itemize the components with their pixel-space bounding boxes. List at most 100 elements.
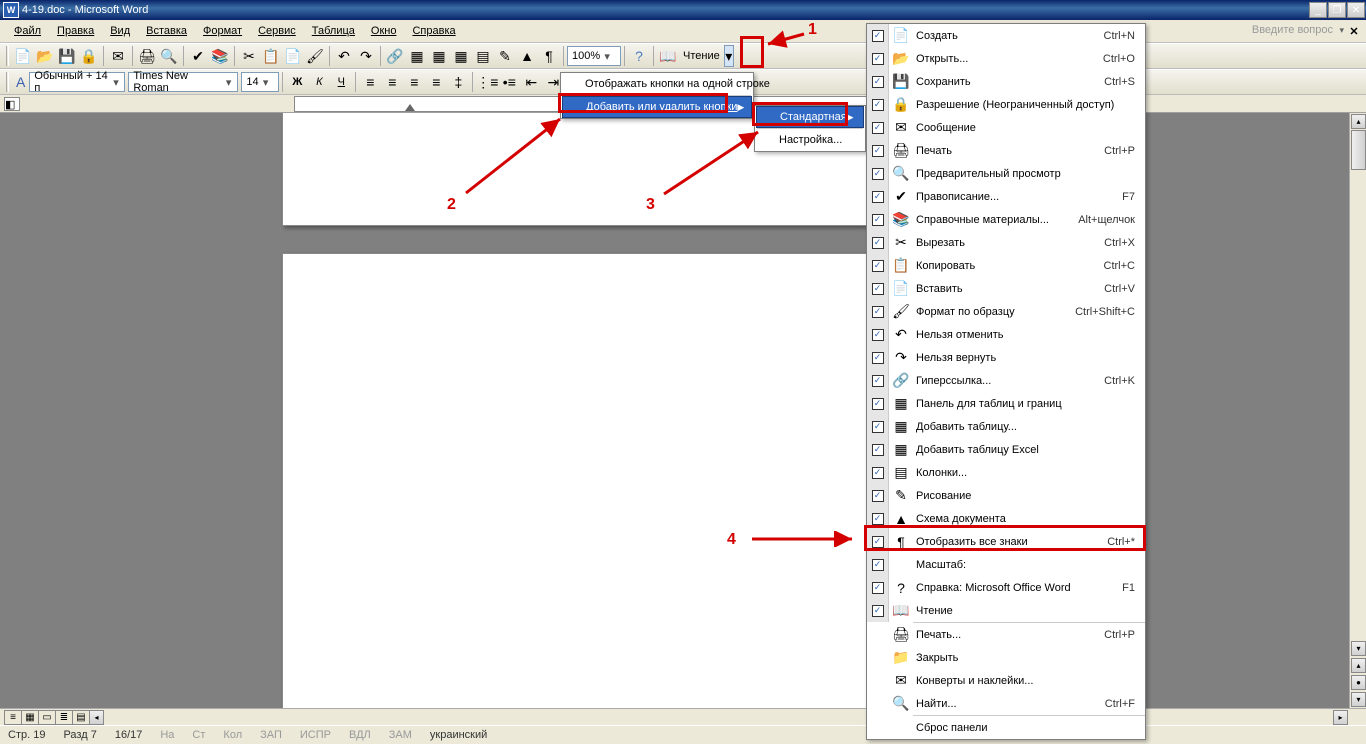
underline-button[interactable]: Ч (330, 71, 352, 93)
mail-button[interactable]: ✉ (107, 45, 129, 67)
undo-button[interactable]: ↶ (333, 45, 355, 67)
command-item-25[interactable]: ✓📖Чтение (867, 599, 1145, 622)
extra-item-0[interactable]: 🖨Печать...Ctrl+P (867, 623, 1145, 646)
command-item-0[interactable]: ✓📄СоздатьCtrl+N (867, 24, 1145, 47)
add-remove-buttons-item[interactable]: Добавить или удалить кнопки▶ (562, 96, 752, 118)
hscroll-left-button[interactable]: ◂ (89, 710, 104, 725)
save-button[interactable]: 💾 (56, 45, 78, 67)
command-item-9[interactable]: ✓✂ВырезатьCtrl+X (867, 231, 1145, 254)
help-search[interactable]: Введите вопрос (1188, 22, 1338, 38)
command-checkbox[interactable]: ✓ (867, 208, 889, 231)
standard-toolbar-item[interactable]: Стандартная▶ (756, 106, 864, 128)
menu-insert[interactable]: Вставка (138, 22, 195, 40)
command-checkbox[interactable]: ✓ (867, 300, 889, 323)
prev-page-button[interactable]: ▴ (1351, 658, 1366, 673)
indent-dec-button[interactable]: ⇤ (520, 71, 542, 93)
help-button[interactable]: ? (628, 45, 650, 67)
toolbar-handle-2[interactable] (6, 72, 9, 92)
tables-button[interactable]: ▦ (406, 45, 428, 67)
command-item-10[interactable]: ✓📋КопироватьCtrl+C (867, 254, 1145, 277)
command-item-1[interactable]: ✓📂Открыть...Ctrl+O (867, 47, 1145, 70)
cut-button[interactable]: ✂ (238, 45, 260, 67)
hscroll-right-button[interactable]: ▸ (1333, 710, 1348, 725)
scroll-thumb[interactable] (1351, 130, 1366, 170)
page-2[interactable] (282, 253, 868, 708)
line-spacing-button[interactable]: ‡ (447, 71, 469, 93)
command-checkbox[interactable]: ✓ (867, 254, 889, 277)
paste-button[interactable]: 📄 (282, 45, 304, 67)
search-dropdown-icon[interactable]: ▾ (1339, 25, 1344, 36)
command-checkbox[interactable]: ✓ (867, 47, 889, 70)
command-checkbox[interactable]: ✓ (867, 277, 889, 300)
command-item-19[interactable]: ✓▤Колонки... (867, 461, 1145, 484)
scroll-up-button[interactable]: ▴ (1351, 114, 1366, 129)
paragraph-button[interactable]: ¶ (538, 45, 560, 67)
command-item-8[interactable]: ✓📚Справочные материалы...Alt+щелчок (867, 208, 1145, 231)
command-checkbox[interactable]: ✓ (867, 392, 889, 415)
command-checkbox[interactable]: ✓ (867, 139, 889, 162)
command-item-6[interactable]: ✓🔍Предварительный просмотр (867, 162, 1145, 185)
close-button[interactable]: ✕ (1347, 2, 1365, 18)
minimize-button[interactable]: _ (1309, 2, 1327, 18)
toolbar-handle[interactable] (6, 46, 9, 66)
scroll-down-button[interactable]: ▾ (1351, 641, 1366, 656)
doc-close-button[interactable]: ✕ (1346, 23, 1362, 39)
command-item-2[interactable]: ✓💾СохранитьCtrl+S (867, 70, 1145, 93)
command-checkbox[interactable]: ✓ (867, 24, 889, 47)
reset-panel-item[interactable]: Сброс панели (867, 716, 1145, 739)
menu-format[interactable]: Формат (195, 22, 250, 40)
extra-item-2[interactable]: ✉Конверты и наклейки... (867, 669, 1145, 692)
align-center-button[interactable]: ≡ (381, 71, 403, 93)
command-checkbox[interactable]: ✓ (867, 507, 889, 530)
customize-item[interactable]: Настройка... (755, 129, 865, 151)
italic-button[interactable]: К (308, 71, 330, 93)
command-checkbox[interactable]: ✓ (867, 576, 889, 599)
outline-view-button[interactable]: ≣ (55, 710, 73, 725)
menu-tools[interactable]: Сервис (250, 22, 304, 40)
menu-table[interactable]: Таблица (304, 22, 363, 40)
justify-button[interactable]: ≡ (425, 71, 447, 93)
command-item-20[interactable]: ✓✎Рисование (867, 484, 1145, 507)
format-painter-button[interactable]: 🖌 (304, 45, 326, 67)
command-checkbox[interactable]: ✓ (867, 323, 889, 346)
command-checkbox[interactable]: ✓ (867, 415, 889, 438)
command-item-18[interactable]: ✓▦Добавить таблицу Excel (867, 438, 1145, 461)
toolbar-options-button[interactable]: ▾ (724, 45, 734, 67)
redo-button[interactable]: ↷ (355, 45, 377, 67)
command-item-13[interactable]: ✓↶Нельзя отменить (867, 323, 1145, 346)
menu-window[interactable]: Окно (363, 22, 405, 40)
command-item-11[interactable]: ✓📄ВставитьCtrl+V (867, 277, 1145, 300)
styles-icon[interactable]: A (16, 74, 25, 90)
align-right-button[interactable]: ≡ (403, 71, 425, 93)
next-page-button[interactable]: ▾ (1351, 692, 1366, 707)
spell-button[interactable]: ✔ (187, 45, 209, 67)
command-checkbox[interactable]: ✓ (867, 438, 889, 461)
command-checkbox[interactable]: ✓ (867, 461, 889, 484)
align-left-button[interactable]: ≡ (359, 71, 381, 93)
command-checkbox[interactable]: ✓ (867, 346, 889, 369)
command-checkbox[interactable]: ✓ (867, 93, 889, 116)
drawing-button[interactable]: ✎ (494, 45, 516, 67)
extra-item-3[interactable]: 🔍Найти...Ctrl+F (867, 692, 1145, 715)
command-checkbox[interactable]: ✓ (867, 530, 889, 553)
size-combo[interactable]: 14▾ (241, 72, 279, 92)
menu-file[interactable]: Файл (6, 22, 49, 40)
insert-table-button[interactable]: ▦ (428, 45, 450, 67)
numbering-button[interactable]: ⋮≡ (476, 71, 498, 93)
command-checkbox[interactable]: ✓ (867, 70, 889, 93)
open-button[interactable]: 📂 (34, 45, 56, 67)
command-checkbox[interactable]: ✓ (867, 599, 889, 622)
copy-button[interactable]: 📋 (260, 45, 282, 67)
menu-edit[interactable]: Правка (49, 22, 102, 40)
command-checkbox[interactable]: ✓ (867, 116, 889, 139)
command-item-16[interactable]: ✓▦Панель для таблиц и границ (867, 392, 1145, 415)
command-item-15[interactable]: ✓🔗Гиперссылка...Ctrl+K (867, 369, 1145, 392)
web-view-button[interactable]: ▦ (21, 710, 39, 725)
extra-item-1[interactable]: 📁Закрыть (867, 646, 1145, 669)
zoom-combo[interactable]: 100%▾ (567, 46, 621, 66)
browse-object-button[interactable]: ● (1351, 675, 1366, 690)
print-button[interactable]: 🖨 (136, 45, 158, 67)
command-item-14[interactable]: ✓↷Нельзя вернуть (867, 346, 1145, 369)
command-item-22[interactable]: ✓¶Отобразить все знакиCtrl+* (867, 530, 1145, 553)
reading-label[interactable]: Чтение (679, 50, 724, 62)
